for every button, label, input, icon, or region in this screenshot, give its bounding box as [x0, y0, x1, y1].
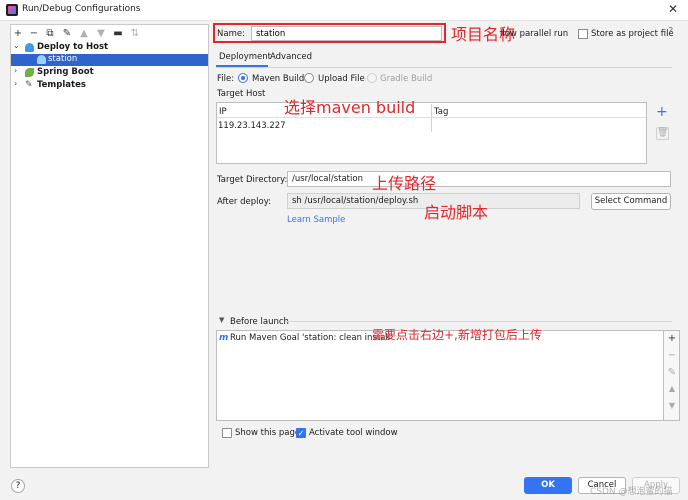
tree-item-label: Templates — [37, 80, 86, 90]
tree-item-templates[interactable]: › ✎ Templates — [11, 79, 208, 92]
maven-icon: m — [219, 333, 229, 343]
learn-sample-link[interactable]: Learn Sample — [287, 215, 345, 225]
store-as-project-file-label[interactable]: Store as project file — [591, 29, 674, 39]
edit-task-icon[interactable]: ✎ — [667, 367, 677, 378]
sort-icon[interactable]: ⇅ — [129, 28, 141, 39]
move-up-icon[interactable]: ▲ — [78, 28, 90, 39]
tree-item-spring-boot[interactable]: › Spring Boot — [11, 66, 208, 79]
collapse-arrow-icon[interactable]: ▼ — [219, 316, 224, 324]
gradle-build-radio — [367, 73, 377, 83]
column-header-tag[interactable]: Tag — [434, 107, 448, 117]
tree-item-label: Deploy to Host — [37, 42, 109, 52]
annotation-highlight-box — [213, 23, 446, 43]
column-header-ip[interactable]: IP — [219, 107, 227, 117]
upload-file-label[interactable]: Upload File — [318, 74, 365, 84]
add-config-icon[interactable]: + — [12, 28, 24, 39]
before-launch-label[interactable]: Before launch — [230, 317, 289, 327]
annotation-click-plus: 需要点击右边+,新增打包后上传 — [372, 328, 542, 342]
edit-templates-icon[interactable]: ✎ — [61, 28, 73, 39]
add-host-icon[interactable]: + — [656, 104, 668, 120]
move-down-icon[interactable]: ▼ — [95, 28, 107, 39]
tree-item-deploy-to-host[interactable]: ⌄ Deploy to Host — [11, 41, 208, 54]
after-deploy-label: After deploy: — [217, 197, 271, 207]
section-divider — [285, 321, 672, 322]
tab-divider — [216, 67, 672, 68]
move-down-icon[interactable]: ▼ — [667, 401, 677, 410]
target-host-label: Target Host — [217, 89, 266, 99]
store-as-project-file-checkbox[interactable] — [578, 29, 588, 39]
window-title: Run/Debug Configurations — [22, 4, 141, 14]
header-divider — [217, 117, 646, 118]
add-task-icon[interactable]: + — [667, 333, 677, 344]
target-directory-label: Target Directory: — [217, 175, 288, 185]
move-up-icon[interactable]: ▲ — [667, 384, 677, 393]
upload-file-radio[interactable] — [304, 73, 314, 83]
close-icon[interactable]: ✕ — [668, 2, 678, 16]
file-label: File: — [217, 74, 235, 84]
gradle-build-label: Gradle Build — [380, 74, 433, 84]
annotation-upload-path: 上传路径 — [372, 174, 437, 193]
deploy-cloud-icon — [25, 43, 34, 52]
remove-config-icon[interactable]: − — [28, 28, 40, 39]
folder-icon[interactable]: ▬ — [112, 28, 124, 39]
ok-button[interactable]: OK — [524, 477, 572, 494]
tree-item-label: station — [48, 54, 78, 64]
help-icon[interactable]: ? — [668, 26, 673, 37]
spring-leaf-icon — [25, 68, 34, 77]
chevron-right-icon[interactable]: › — [14, 66, 17, 75]
remove-task-icon[interactable]: − — [667, 350, 677, 361]
copy-config-icon[interactable]: ⧉ — [44, 28, 56, 39]
delete-host-icon[interactable]: 🗑 — [656, 127, 669, 140]
list-item[interactable]: Run Maven Goal 'station: clean install' — [230, 333, 392, 343]
show-this-page-label[interactable]: Show this page — [235, 428, 300, 438]
tree-item-station[interactable]: station — [11, 54, 208, 66]
allow-parallel-run-label[interactable]: llow parallel run — [500, 29, 568, 39]
activate-tool-window-checkbox[interactable]: ✓ — [296, 428, 306, 438]
show-this-page-checkbox[interactable] — [222, 428, 232, 438]
tree-item-label: Spring Boot — [37, 67, 94, 77]
target-directory-input[interactable]: /usr/local/station — [287, 171, 671, 187]
maven-build-label[interactable]: Maven Build — [252, 74, 304, 84]
column-separator — [431, 104, 432, 132]
before-launch-list[interactable] — [216, 330, 664, 421]
help-button[interactable]: ? — [11, 479, 25, 493]
tab-advanced[interactable]: Advanced — [270, 52, 312, 62]
chevron-down-icon[interactable]: ⌄ — [13, 41, 20, 50]
intellij-app-icon — [6, 4, 18, 16]
table-row[interactable]: 119.23.143.227 — [218, 121, 286, 131]
annotation-select-maven: 选择maven build — [284, 98, 416, 117]
maven-build-radio[interactable] — [238, 73, 248, 83]
wrench-icon: ✎ — [25, 80, 33, 90]
annotation-start-script: 启动脚本 — [424, 203, 489, 222]
tab-deployment[interactable]: Deployment — [219, 52, 271, 62]
select-command-button[interactable]: Select Command — [591, 193, 671, 210]
station-cloud-icon — [37, 55, 46, 64]
chevron-right-icon[interactable]: › — [14, 79, 17, 88]
activate-tool-window-label[interactable]: Activate tool window — [309, 428, 398, 438]
csdn-watermark: CSDN @想泡蜜的猫 — [590, 487, 673, 497]
